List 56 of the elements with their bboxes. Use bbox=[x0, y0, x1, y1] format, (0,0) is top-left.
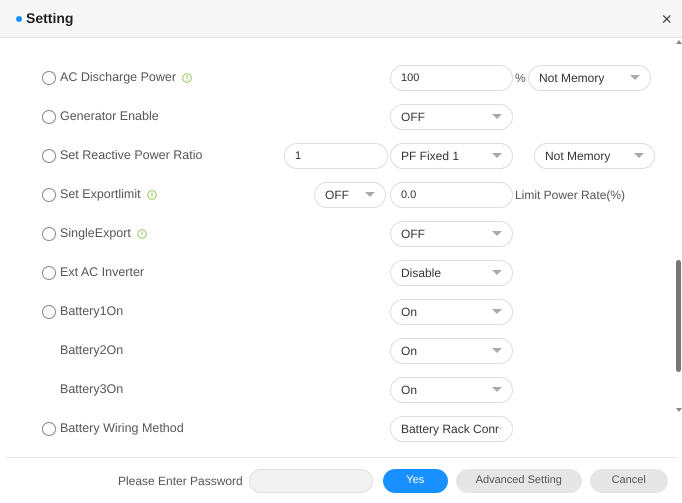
setting-label: Generator Enable bbox=[60, 108, 159, 126]
radio-button[interactable] bbox=[42, 226, 56, 240]
caret-icon bbox=[630, 75, 640, 80]
dialog-title: Setting bbox=[26, 9, 74, 28]
dropdown[interactable]: On bbox=[390, 376, 513, 402]
scroll-down-icon[interactable] bbox=[676, 408, 682, 412]
password-field[interactable] bbox=[248, 468, 373, 492]
setting-label: Ext AC Inverter bbox=[60, 264, 144, 282]
input-field[interactable]: 100 bbox=[390, 64, 513, 90]
setting-label: SingleExport bbox=[60, 225, 131, 242]
input-field[interactable]: 1 bbox=[284, 142, 388, 168]
dialog-button[interactable]: Advanced Setting bbox=[456, 468, 582, 492]
unit-label: Limit Power Rate(%) bbox=[515, 186, 626, 204]
dropdown[interactable]: Battery Rack Conr bbox=[390, 416, 513, 442]
caret-icon bbox=[492, 231, 502, 236]
caret-icon bbox=[492, 309, 502, 314]
dropdown[interactable]: Not Memory bbox=[528, 64, 651, 90]
radio-button[interactable] bbox=[42, 266, 56, 280]
radio-button[interactable] bbox=[42, 110, 56, 124]
dropdown[interactable]: OFF bbox=[390, 104, 513, 130]
radio-button[interactable] bbox=[42, 422, 56, 436]
caret-icon bbox=[365, 192, 375, 197]
info-icon[interactable] bbox=[182, 72, 192, 82]
info-icon[interactable] bbox=[146, 190, 157, 200]
dialog-button[interactable]: Cancel bbox=[590, 468, 668, 492]
dropdown[interactable]: Disable bbox=[390, 260, 513, 286]
radio-button[interactable] bbox=[42, 188, 56, 202]
dropdown[interactable]: OFF bbox=[314, 182, 386, 208]
setting-label: Battery3On bbox=[60, 381, 124, 398]
setting-label: Battery2On bbox=[60, 342, 124, 360]
unit-label: % bbox=[515, 70, 527, 86]
caret-icon bbox=[492, 270, 502, 275]
caret-icon bbox=[492, 387, 502, 392]
scroll-up-icon[interactable] bbox=[676, 40, 682, 44]
dropdown[interactable]: Not Memory bbox=[534, 142, 655, 168]
radio-button[interactable] bbox=[42, 148, 56, 162]
dropdown[interactable]: PF Fixed 1 bbox=[390, 142, 513, 168]
setting-label: Set Reactive Power Ratio bbox=[60, 147, 202, 164]
scrollbar-thumb[interactable] bbox=[676, 260, 681, 372]
setting-label: Set Exportlimit bbox=[60, 186, 141, 204]
close-button[interactable]: × bbox=[659, 10, 674, 28]
radio-button[interactable] bbox=[42, 304, 56, 318]
setting-label: Battery Wiring Method bbox=[60, 420, 184, 438]
radio-button[interactable] bbox=[42, 70, 56, 84]
caret-icon bbox=[492, 153, 502, 158]
caret-icon bbox=[492, 348, 502, 353]
setting-label: AC Discharge Power bbox=[60, 69, 176, 86]
dropdown[interactable]: On bbox=[390, 338, 513, 364]
setting-label: Battery1On bbox=[60, 303, 124, 320]
password-label: Please Enter Password bbox=[118, 472, 243, 490]
dropdown[interactable]: OFF bbox=[390, 220, 513, 246]
info-icon[interactable] bbox=[136, 228, 147, 238]
dropdown[interactable]: On bbox=[390, 298, 513, 324]
caret-icon bbox=[492, 114, 502, 119]
caret-icon bbox=[634, 153, 644, 158]
input-field[interactable]: 0.0 bbox=[390, 182, 513, 208]
